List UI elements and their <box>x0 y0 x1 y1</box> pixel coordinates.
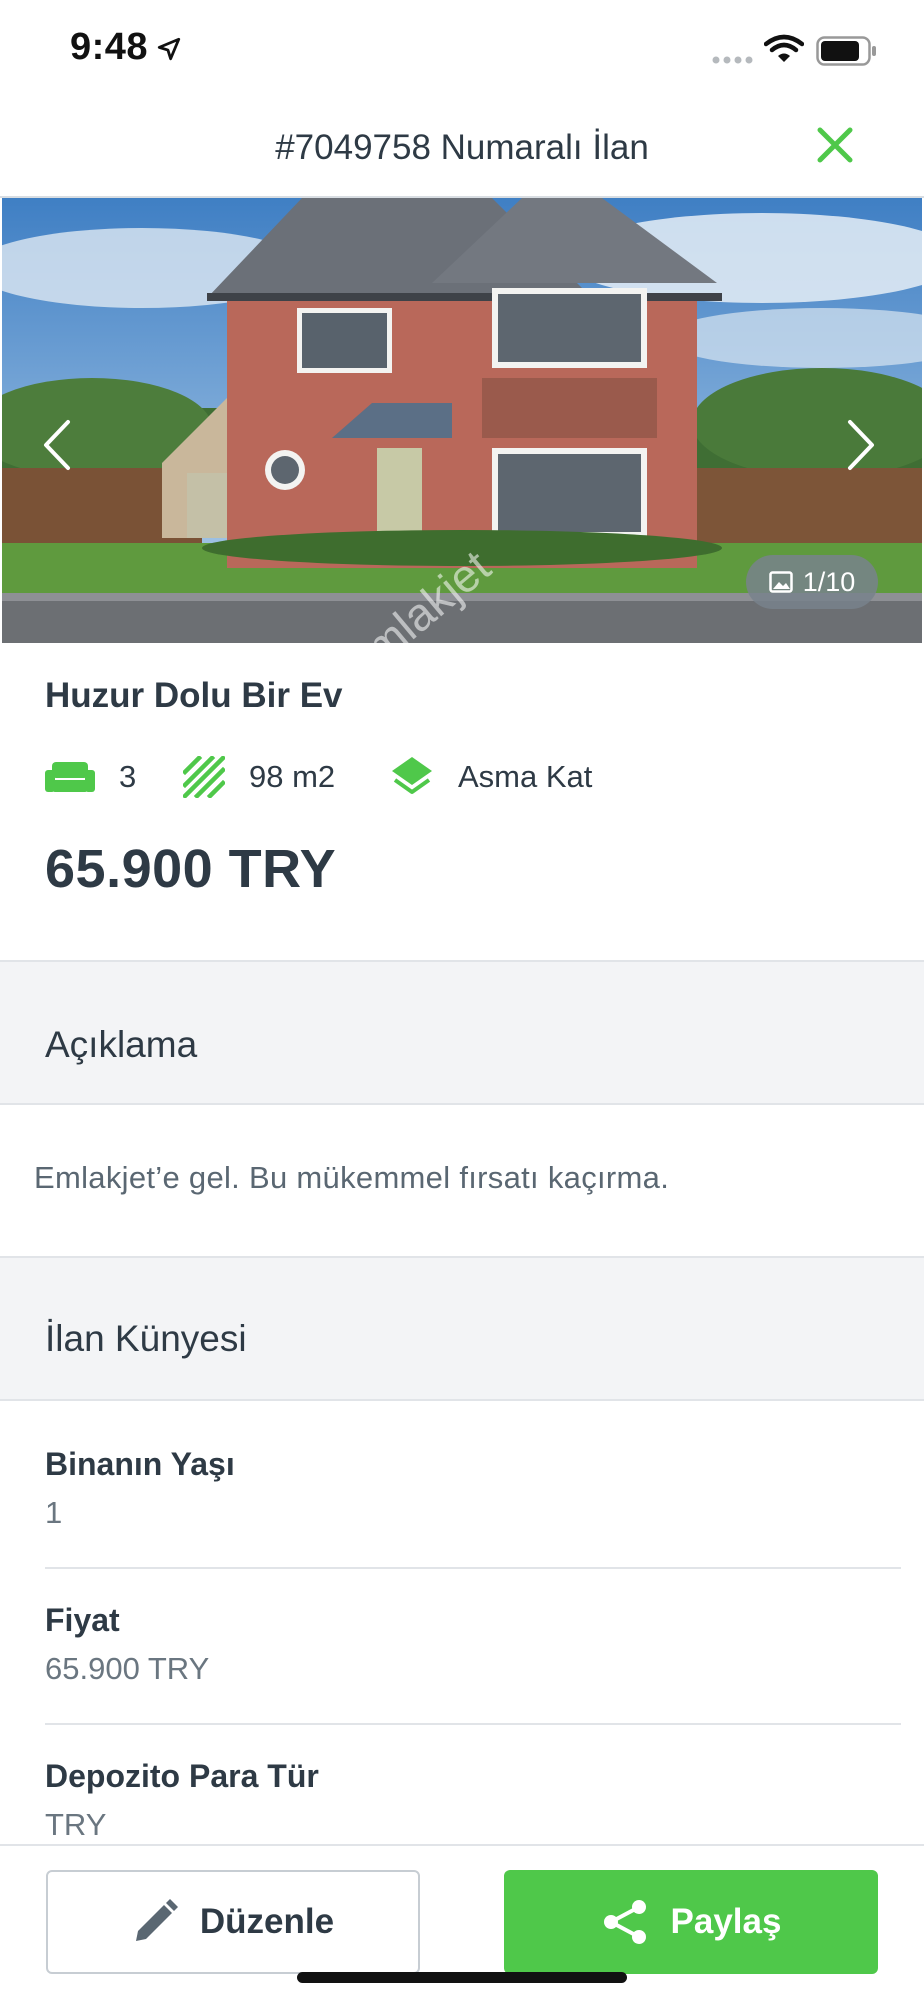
navigation-bar: #7049758 Numaralı İlan <box>0 100 924 198</box>
divider <box>45 1567 901 1569</box>
close-icon[interactable] <box>812 122 858 168</box>
detail-label: Depozito Para Tür <box>45 1758 319 1794</box>
listing-title: Huzur Dolu Bir Ev <box>45 676 343 715</box>
share-icon <box>603 1900 646 1944</box>
area-value: 98 m2 <box>249 759 336 794</box>
photo-counter-text: 1/10 <box>802 566 856 597</box>
previous-photo-icon[interactable] <box>40 418 74 472</box>
description-header-title: Açıklama <box>45 1024 198 1065</box>
battery-icon <box>816 36 876 66</box>
details-header-title: İlan Künyesi <box>45 1318 247 1359</box>
divider <box>45 1723 901 1725</box>
status-bar: 9:48 <box>0 0 924 100</box>
listing-price: 65.900 TRY <box>45 839 337 899</box>
sofa-icon <box>45 762 95 792</box>
photo-counter[interactable]: 1/10 <box>746 555 878 609</box>
location-arrow-icon <box>157 37 181 61</box>
image-icon <box>768 571 793 593</box>
pencil-icon <box>135 1899 178 1941</box>
share-button[interactable]: Paylaş <box>504 1870 878 1974</box>
description-text: Emlakjet’e gel. Bu mükemmel fırsatı kaçı… <box>34 1160 670 1195</box>
detail-row-deposit-currency: Depozito Para Tür TRY <box>45 1758 901 1843</box>
next-photo-icon[interactable] <box>844 418 878 472</box>
feature-floor: Asma Kat <box>390 752 592 802</box>
detail-label: Binanın Yaşı <box>45 1446 235 1482</box>
detail-row-price: Fiyat 65.900 TRY <box>45 1602 901 1687</box>
home-indicator[interactable] <box>297 1972 627 1983</box>
rooms-value: 3 <box>119 759 137 794</box>
page-title: #7049758 Numaralı İlan <box>275 128 649 167</box>
feature-area: 98 m2 <box>183 752 335 802</box>
description-header: Açıklama <box>0 960 924 1105</box>
status-time: 9:48 <box>70 26 149 68</box>
detail-value: 1 <box>45 1495 63 1530</box>
details-header: İlan Künyesi <box>0 1256 924 1401</box>
signal-icon <box>712 56 753 64</box>
detail-row-building-age: Binanın Yaşı 1 <box>45 1446 901 1531</box>
layers-icon <box>392 757 432 794</box>
detail-value: 65.900 TRY <box>45 1651 210 1686</box>
floor-value: Asma Kat <box>458 759 593 794</box>
share-button-label: Paylaş <box>670 1902 782 1941</box>
detail-label: Fiyat <box>45 1602 120 1638</box>
edit-button[interactable]: Düzenle <box>46 1870 420 1974</box>
edit-button-label: Düzenle <box>199 1902 335 1941</box>
feature-rooms: 3 <box>45 752 136 802</box>
detail-value: TRY <box>45 1807 107 1842</box>
wifi-icon <box>764 34 804 62</box>
area-icon <box>183 756 225 798</box>
